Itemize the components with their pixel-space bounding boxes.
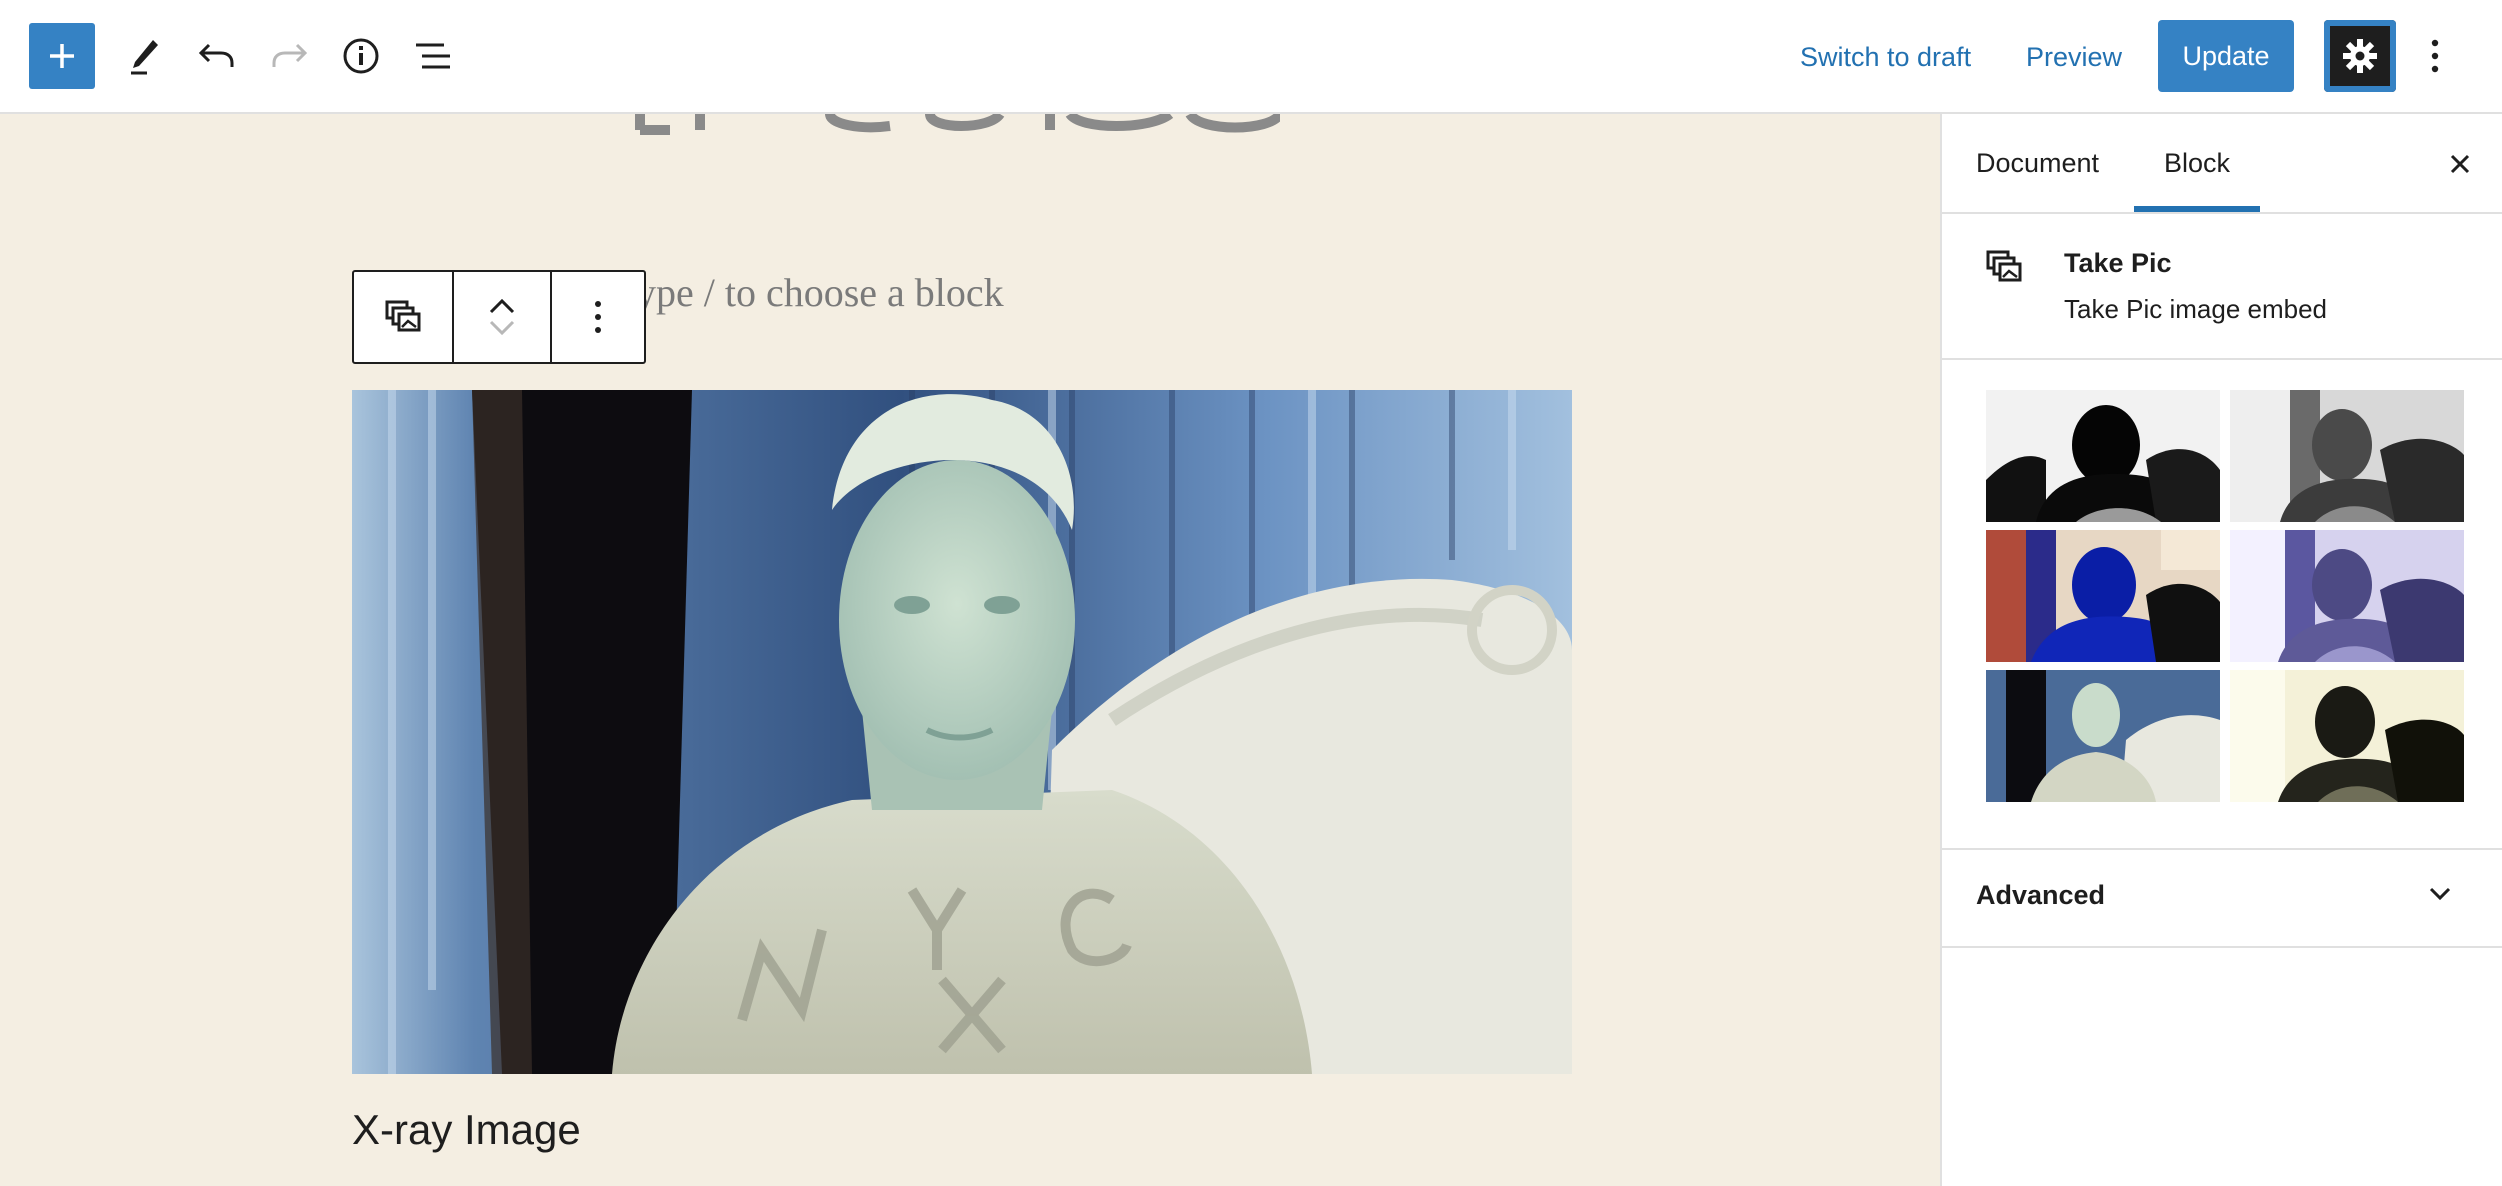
block-placeholder[interactable]: ype / to choose a block	[636, 269, 1004, 316]
info-icon	[343, 38, 379, 74]
tools-button[interactable]	[112, 23, 178, 89]
thumbnail-black-and-white[interactable]	[1986, 390, 2220, 522]
thumbnail-sepia-dark[interactable]	[2230, 670, 2464, 802]
block-title: Take Pic	[2064, 248, 2172, 278]
block-toolbar	[352, 270, 646, 364]
sidebar-tabs: Document Block	[1942, 114, 2502, 214]
thumbnail-grayscale[interactable]	[2230, 390, 2464, 522]
close-icon	[2450, 154, 2470, 174]
advanced-label: Advanced	[1976, 880, 2106, 910]
thumbnail-x-ray[interactable]	[1986, 670, 2220, 802]
gear-icon	[2343, 39, 2377, 73]
block-options-button[interactable]	[550, 272, 644, 362]
thumbnail-blue-tint[interactable]	[1986, 530, 2220, 662]
undo-icon	[198, 43, 234, 67]
switch-to-draft-button[interactable]: Switch to draft	[1800, 34, 1971, 80]
add-block-button[interactable]	[29, 23, 95, 89]
redo-icon	[272, 43, 308, 67]
chevron-down-icon[interactable]	[488, 320, 516, 336]
settings-button[interactable]	[2324, 20, 2396, 92]
preview-button[interactable]: Preview	[2026, 34, 2122, 80]
move-block-control	[452, 272, 550, 362]
chevron-down-icon	[2429, 887, 2451, 901]
outline-button[interactable]	[400, 23, 466, 89]
settings-sidebar: Document Block Take Pic Take Pic image e…	[1940, 114, 2502, 1186]
chevron-up-icon[interactable]	[488, 298, 516, 314]
update-button[interactable]: Update	[2158, 20, 2294, 92]
block-card: Take Pic Take Pic image embed	[1942, 214, 2502, 360]
post-title-fragment	[635, 114, 1280, 135]
gallery-icon	[1986, 250, 2022, 282]
image-caption[interactable]: X-ray Image	[352, 1106, 581, 1154]
details-button[interactable]	[328, 23, 394, 89]
filter-thumbnails	[1942, 360, 2502, 850]
pencil-icon	[131, 40, 158, 75]
list-view-icon	[416, 43, 450, 69]
editor-canvas: ​ ype / to choose a block	[0, 114, 1940, 1186]
block-description: Take Pic image embed	[2064, 294, 2328, 324]
redo-button[interactable]	[256, 23, 322, 89]
gallery-icon	[385, 300, 421, 332]
advanced-panel-toggle[interactable]: Advanced	[1942, 850, 2502, 948]
options-button[interactable]	[2410, 20, 2460, 92]
undo-button[interactable]	[184, 23, 250, 89]
more-vertical-icon	[2431, 39, 2439, 73]
tab-document[interactable]: Document	[1976, 114, 2099, 212]
block-type-button[interactable]	[354, 272, 452, 362]
thumbnail-lavender-tint[interactable]	[2230, 530, 2464, 662]
tab-block[interactable]: Block	[2134, 114, 2261, 212]
editor-toolbar: Switch to draft Preview Update	[0, 0, 2502, 114]
close-sidebar-button[interactable]	[2440, 144, 2480, 184]
xray-photo[interactable]	[352, 390, 1572, 1074]
plus-icon	[50, 44, 74, 68]
more-vertical-icon	[595, 301, 601, 333]
